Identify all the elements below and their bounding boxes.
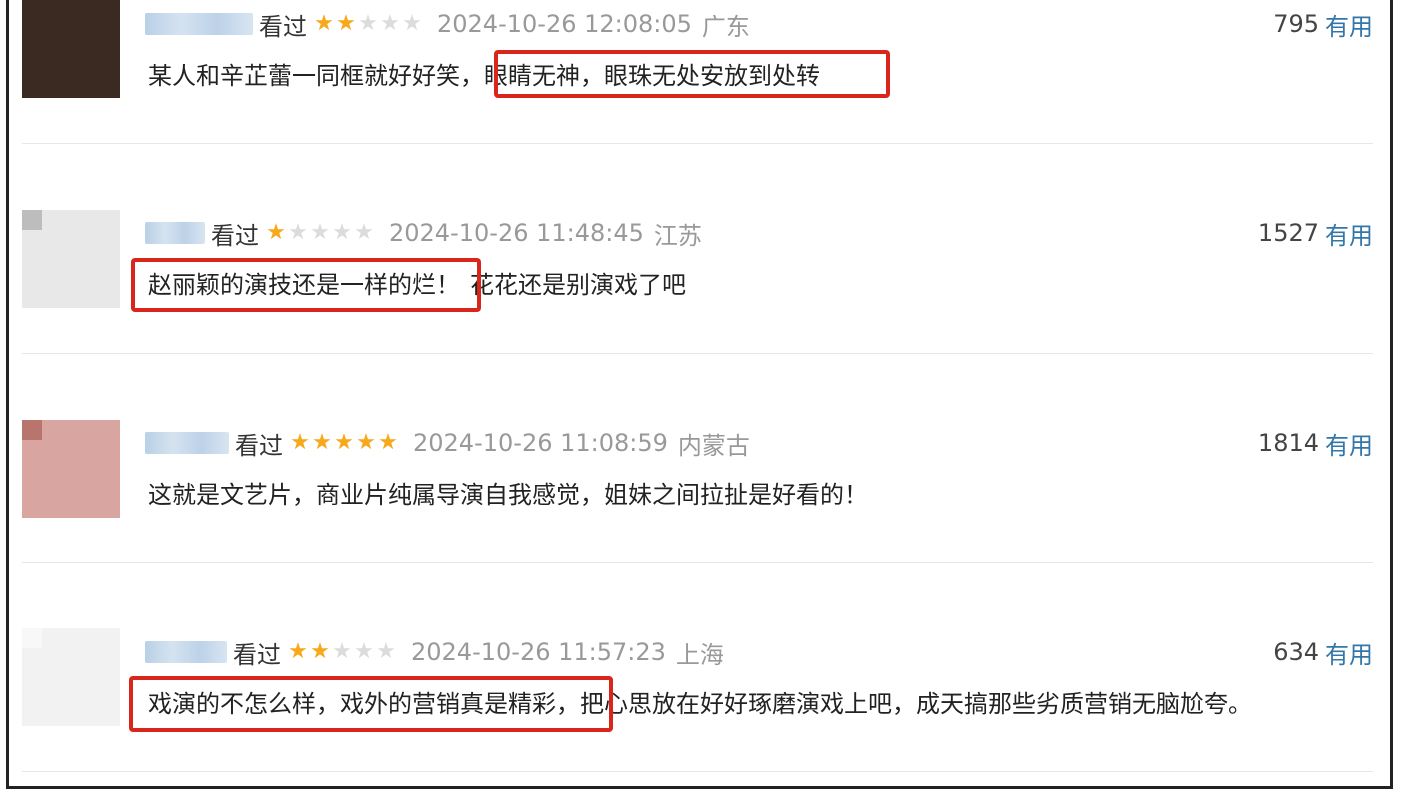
star-empty-icon: ★: [380, 11, 400, 36]
star-empty-icon: ★: [288, 220, 308, 245]
comment-region: 上海: [675, 640, 724, 669]
star-filled-icon: ★: [336, 11, 356, 36]
comment-item: 看过 ★ ★ ★ ★ ★ 2024-10-26 11:48:45 江苏 1527 有用 …: [0, 210, 1401, 340]
username-redacted[interactable]: [145, 13, 253, 35]
star-filled-icon: ★: [310, 639, 330, 664]
comment-item: 看过 ★ ★ ★ ★ ★ 2024-10-26 12:08:05 广东 795 有用 某…: [0, 0, 1401, 130]
rating-stars: ★ ★ ★ ★ ★: [265, 222, 375, 244]
avatar[interactable]: [22, 0, 120, 98]
comment-item: 看过 ★ ★ ★ ★ ★ 2024-10-26 11:57:23 上海 634 有用 戏…: [0, 628, 1401, 758]
vote-area: 795 有用: [1273, 6, 1373, 42]
comment-text-rest: 花花还是别演戏了吧: [470, 271, 686, 299]
comment-meta: 看过 ★ ★ ★ ★ ★ 2024-10-26 11:08:59 内蒙古: [145, 425, 750, 461]
avatar[interactable]: [22, 210, 120, 308]
watched-label: 看过: [235, 431, 283, 460]
highlight-box: [494, 50, 890, 98]
star-filled-icon: ★: [314, 11, 334, 36]
divider: [22, 353, 1373, 354]
vote-area: 1814 有用: [1258, 425, 1373, 461]
username-redacted[interactable]: [145, 641, 227, 663]
star-empty-icon: ★: [310, 220, 330, 245]
highlight-box: [129, 676, 613, 732]
useful-button[interactable]: 有用: [1325, 635, 1373, 670]
comment-time: 2024-10-26 11:08:59: [413, 429, 668, 457]
useful-button[interactable]: 有用: [1325, 216, 1373, 251]
rating-stars: ★ ★ ★ ★ ★: [313, 13, 423, 35]
watched-label: 看过: [259, 12, 307, 41]
divider: [22, 771, 1373, 772]
comment-text: 这就是文艺片，商业片纯属导演自我感觉，姐妹之间拉扯是好看的！: [148, 477, 868, 513]
comment-item: 看过 ★ ★ ★ ★ ★ 2024-10-26 11:08:59 内蒙古 1814 有用…: [0, 420, 1401, 550]
vote-count: 1814: [1257, 429, 1319, 457]
watched-label: 看过: [211, 221, 259, 250]
vote-area: 1527 有用: [1258, 215, 1373, 251]
vote-count: 1527: [1257, 219, 1319, 247]
username-redacted[interactable]: [145, 432, 229, 454]
comment-time: 2024-10-26 11:48:45: [389, 219, 644, 247]
comment-text-rest: 把心思放在好好琢磨演戏上吧，成天搞那些劣质营销无脑尬夸。: [580, 690, 1252, 718]
vote-count: 795: [1273, 10, 1319, 38]
comment-text-plain: 某人和辛芷蕾一同框就好好笑，: [148, 62, 484, 90]
comment-time: 2024-10-26 12:08:05: [437, 10, 692, 38]
rating-stars: ★ ★ ★ ★ ★: [289, 432, 399, 454]
useful-button[interactable]: 有用: [1325, 7, 1373, 42]
vote-area: 634 有用: [1273, 634, 1373, 670]
divider: [22, 562, 1373, 563]
star-empty-icon: ★: [402, 11, 422, 36]
star-empty-icon: ★: [358, 11, 378, 36]
star-filled-icon: ★: [312, 430, 332, 455]
highlight-box: [131, 258, 481, 312]
comment-meta: 看过 ★ ★ ★ ★ ★ 2024-10-26 12:08:05 广东: [145, 6, 750, 42]
username-redacted[interactable]: [145, 222, 205, 244]
star-filled-icon: ★: [290, 430, 310, 455]
divider: [22, 143, 1373, 144]
comment-meta: 看过 ★ ★ ★ ★ ★ 2024-10-26 11:57:23 上海: [145, 634, 724, 670]
comment-text-plain: 这就是文艺片，商业片纯属导演自我感觉，姐妹之间拉扯是好看的！: [148, 481, 868, 509]
star-filled-icon: ★: [334, 430, 354, 455]
star-empty-icon: ★: [332, 220, 352, 245]
avatar[interactable]: [22, 628, 120, 726]
comment-region: 江苏: [653, 221, 702, 250]
star-empty-icon: ★: [332, 639, 352, 664]
star-filled-icon: ★: [356, 430, 376, 455]
vote-count: 634: [1273, 638, 1319, 666]
watched-label: 看过: [233, 640, 281, 669]
star-filled-icon: ★: [288, 639, 308, 664]
comment-region: 内蒙古: [677, 431, 750, 460]
star-empty-icon: ★: [354, 639, 374, 664]
comment-region: 广东: [701, 12, 750, 41]
rating-stars: ★ ★ ★ ★ ★: [287, 641, 397, 663]
star-filled-icon: ★: [266, 220, 286, 245]
comment-time: 2024-10-26 11:57:23: [411, 638, 666, 666]
star-filled-icon: ★: [378, 430, 398, 455]
star-empty-icon: ★: [354, 220, 374, 245]
useful-button[interactable]: 有用: [1325, 426, 1373, 461]
comment-meta: 看过 ★ ★ ★ ★ ★ 2024-10-26 11:48:45 江苏: [145, 215, 702, 251]
star-empty-icon: ★: [376, 639, 396, 664]
avatar[interactable]: [22, 420, 120, 518]
